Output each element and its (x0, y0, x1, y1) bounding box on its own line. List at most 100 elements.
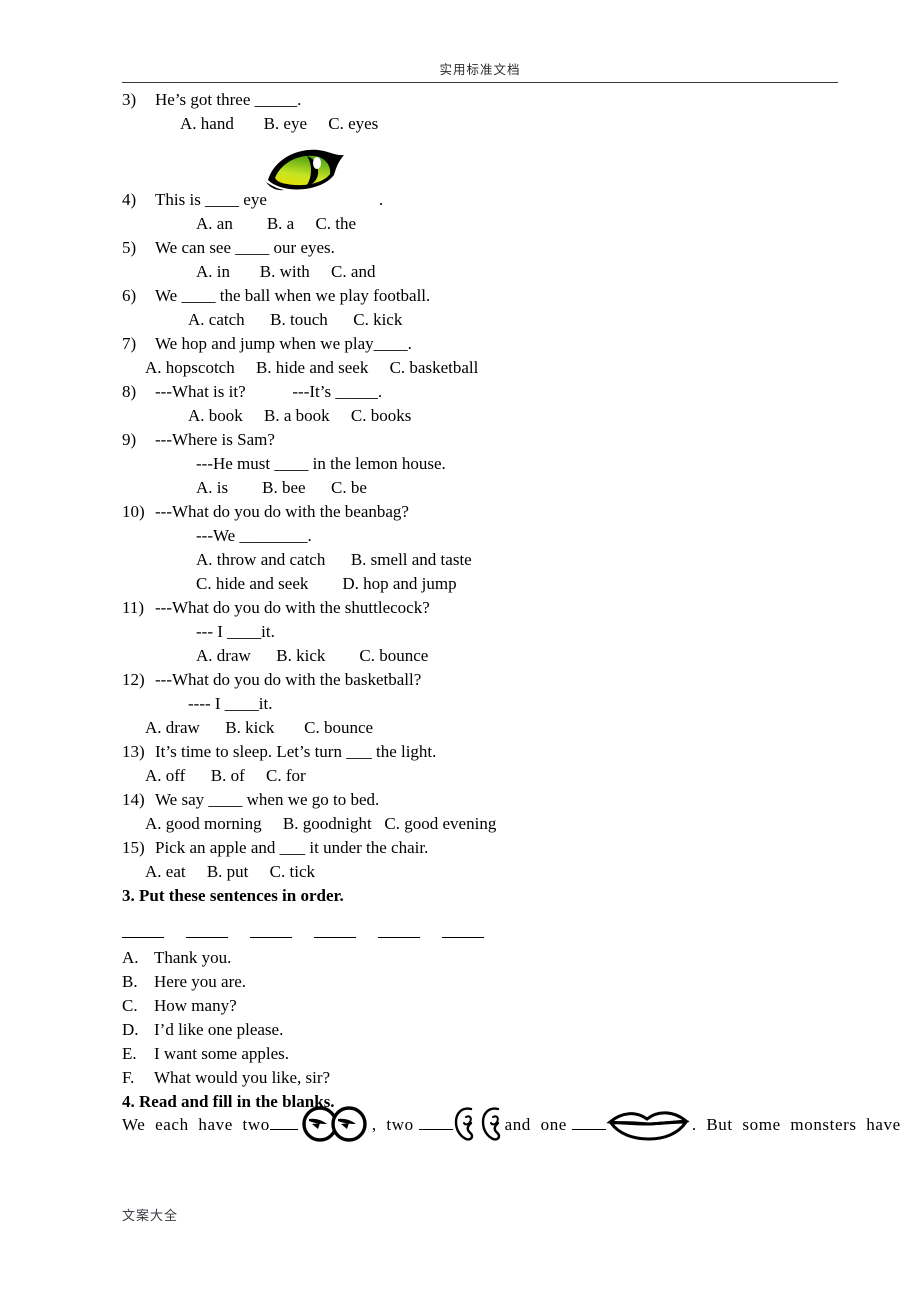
q4-image-space (0, 136, 920, 188)
list-item: D. I’d like one please. (0, 1018, 920, 1042)
question-4-text-tail: . (378, 190, 384, 209)
sentence-part-4: . But some monsters have (691, 1114, 901, 1134)
two-eyes-image (298, 1103, 372, 1143)
list-item: A. Thank you. (0, 946, 920, 970)
question-3-options: A. hand B. eye C. eyes (180, 114, 379, 133)
question-5-stem: 5) We can see ____ our eyes. (0, 236, 920, 260)
list-item-label: C. (122, 996, 138, 1015)
lips-image (606, 1108, 692, 1142)
question-13-text: It’s time to sleep. Let’s turn ___ the l… (155, 742, 437, 761)
question-6-text: We ____ the ball when we play football. (155, 286, 431, 305)
question-11-answer-line: --- I ____it. (196, 622, 275, 641)
list-item-label: B. (122, 972, 138, 991)
list-item: C. How many? (0, 994, 920, 1018)
list-item: E. I want some apples. (0, 1042, 920, 1066)
section-3-gap (0, 908, 920, 922)
header-title: 实用标准文档 (439, 63, 521, 77)
question-15-stem: 15) Pick an apple and ___ it under the ch… (0, 836, 920, 860)
cat-eye-image (262, 146, 354, 194)
fill-blank-mouth[interactable] (571, 1117, 606, 1130)
question-4-options: A. an B. a C. the (196, 214, 357, 233)
question-11-text: ---What do you do with the shuttlecock? (155, 598, 430, 617)
section-3-answer-blanks (0, 922, 920, 946)
list-item: F. What would you like, sir? (0, 1066, 920, 1090)
question-15-options: A. eat B. put C. tick (145, 862, 315, 881)
question-6-stem: 6) We ____ the ball when we play football… (0, 284, 920, 308)
list-item-text: Here you are. (154, 972, 247, 991)
answer-blank[interactable] (314, 923, 356, 938)
question-12-options: A. draw B. kick C. bounce (145, 718, 374, 737)
list-item-text: I’d like one please. (154, 1020, 284, 1039)
question-14-number: 14) (122, 790, 145, 809)
question-7-stem: 7) We hop and jump when we play____. (0, 332, 920, 356)
question-10-number: 10) (122, 502, 145, 521)
list-item-text: I want some apples. (154, 1044, 290, 1063)
answer-blank[interactable] (378, 923, 420, 938)
question-15-number: 15) (122, 838, 145, 857)
question-14-text: We say ____ when we go to bed. (155, 790, 380, 809)
sentence-part-2: , two (371, 1114, 419, 1134)
question-10-answer-line: ---We ________. (196, 526, 312, 545)
list-item-text: Thank you. (154, 948, 232, 967)
fill-blank-ears[interactable] (418, 1117, 453, 1130)
list-item-text: What would you like, sir? (154, 1068, 331, 1087)
question-4-text: This is ____ eye (155, 190, 267, 209)
question-8-number: 8) (122, 382, 137, 401)
question-13-options: A. off B. of C. for (145, 766, 306, 785)
document-page: 实用标准文档 3) He’s got three _____. A. hand … (0, 0, 920, 1302)
question-8-options: A. book B. a book C. books (188, 406, 412, 425)
question-9-answer-line: ---He must ____ in the lemon house. (196, 454, 446, 473)
question-7-number: 7) (122, 334, 137, 353)
question-3-text: He’s got three _____. (155, 90, 302, 109)
answer-blank[interactable] (186, 923, 228, 938)
question-9-text: ---Where is Sam? (155, 430, 275, 449)
question-4-number: 4) (122, 190, 137, 209)
question-11-stem: 11) ---What do you do with the shuttlecoc… (0, 596, 920, 620)
list-item: B. Here you are. (0, 970, 920, 994)
list-item-label: D. (122, 1020, 139, 1039)
question-13-stem: 13) It’s time to sleep. Let’s turn ___ th… (0, 740, 920, 764)
question-3-stem: 3) He’s got three _____. (0, 88, 920, 112)
sentence-part-3: and one (504, 1114, 572, 1134)
section-3-heading: 3. Put these sentences in order. (122, 886, 344, 905)
question-14-options: A. good morning B. goodnight C. good eve… (145, 814, 497, 833)
question-10-options: A. throw and catch B. smell and taste (196, 550, 472, 569)
question-9-options: A. is B. bee C. be (196, 478, 367, 497)
question-13-number: 13) (122, 742, 145, 761)
sentence-part-1: We each have two (122, 1114, 270, 1134)
question-7-options: A. hopscotch B. hide and seek C. basketb… (145, 358, 479, 377)
question-7-text: We hop and jump when we play____. (155, 334, 412, 353)
answer-blank[interactable] (442, 923, 484, 938)
question-5-number: 5) (122, 238, 137, 257)
question-6-number: 6) (122, 286, 137, 305)
question-12-stem: 12) ---What do you do with the basketball… (0, 668, 920, 692)
question-11-options: A. draw B. kick C. bounce (196, 646, 429, 665)
question-6-options: A. catch B. touch C. kick (188, 310, 403, 329)
answer-blank[interactable] (122, 923, 164, 938)
fill-blank-eyes[interactable] (269, 1117, 298, 1130)
document-body: 3) He’s got three _____. A. hand B. eye C… (0, 88, 920, 1142)
list-item-label: F. (122, 1068, 135, 1087)
section-4-sentence: We each have two , two and one . But some… (122, 1103, 900, 1143)
question-8-text: ---What is it? ---It’s _____. (155, 382, 383, 401)
answer-blank[interactable] (250, 923, 292, 938)
question-12-number: 12) (122, 670, 145, 689)
question-15-text: Pick an apple and ___ it under the chair… (155, 838, 429, 857)
question-9-number: 9) (122, 430, 137, 449)
question-8-stem: 8) ---What is it? ---It’s _____. (0, 380, 920, 404)
question-10-stem: 10) ---What do you do with the beanbag? (0, 500, 920, 524)
page-header: 实用标准文档 (122, 62, 838, 78)
question-12-text: ---What do you do with the basketball? (155, 670, 422, 689)
page-footer: 文案大全 (122, 1205, 178, 1225)
question-11-number: 11) (122, 598, 145, 617)
question-10-options-2: C. hide and seek D. hop and jump (196, 574, 457, 593)
list-item-label: E. (122, 1044, 137, 1063)
question-10-text: ---What do you do with the beanbag? (155, 502, 409, 521)
header-divider (122, 82, 838, 83)
two-ears-image (453, 1103, 505, 1143)
question-9-stem: 9) ---Where is Sam? (0, 428, 920, 452)
question-5-options: A. in B. with C. and (196, 262, 376, 281)
question-5-text: We can see ____ our eyes. (155, 238, 335, 257)
list-item-text: How many? (154, 996, 237, 1015)
question-14-stem: 14) We say ____ when we go to bed. (0, 788, 920, 812)
